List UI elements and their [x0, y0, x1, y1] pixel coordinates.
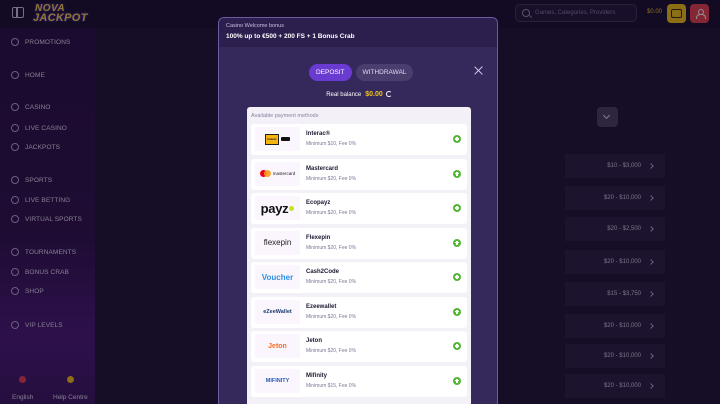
jeton-logo-text: Jeton	[268, 342, 287, 350]
payment-method-name: Ezeewallet	[306, 303, 337, 310]
mastercard-logo: mastercard	[255, 161, 300, 186]
mastercard-logo-text: mastercard	[272, 171, 296, 176]
real-balance: Real balance $0.00	[219, 91, 497, 98]
payment-method-limit: Minimum $20, Fee 0%	[306, 244, 357, 251]
payment-method-cash2code[interactable]: Voucher Cash2Code Minimum $20, Fee 0%	[251, 262, 467, 293]
real-balance-value: $0.00	[365, 91, 383, 98]
tab-withdrawal[interactable]: WITHDRAWAL	[355, 64, 414, 81]
bonus-title: Casino Welcome bonus	[226, 23, 284, 29]
payment-methods-title: Available payment methods	[251, 113, 319, 119]
payment-method-name: Mifinity	[306, 372, 327, 379]
payment-method-ezeewallet[interactable]: eZeeWallet Ezeewallet Minimum $20, Fee 0%	[251, 296, 467, 328]
payment-method-limit: Minimum $10, Fee 0%	[306, 141, 357, 147]
ezeewallet-logo: eZeeWallet	[255, 299, 300, 324]
jeton-logo: Jeton	[255, 334, 300, 358]
payment-method-limit: Minimum $20, Fee 0%	[306, 175, 357, 182]
payment-method-mastercard[interactable]: mastercard Mastercard Minimum $20, Fee 0%	[251, 158, 467, 190]
payment-method-name: Mastercard	[306, 165, 339, 172]
bonus-banner: Casino Welcome bonus 100% up to €500 + 2…	[219, 18, 497, 47]
cashier-modal: Casino Welcome bonus 100% up to €500 + 2…	[218, 17, 498, 404]
payment-method-name: Ecopayz	[306, 200, 331, 206]
payment-method-name: Cash2Code	[306, 269, 340, 275]
payment-method-limit: Minimum $20, Fee 0%	[306, 210, 357, 216]
mifinity-logo: MIFINITY	[255, 368, 300, 393]
interac-logo-text: Interac	[267, 137, 277, 141]
cash2code-logo-text: Voucher	[261, 272, 294, 282]
payz-logo-text: payz	[260, 200, 289, 216]
flexepin-logo: flexepin	[255, 230, 300, 255]
payment-method-payz[interactable]: payz Ecopayz Minimum $20, Fee 0%	[251, 193, 467, 224]
close-icon[interactable]	[474, 66, 483, 75]
cash2code-logo: Voucher	[255, 265, 300, 289]
payz-logo: payz	[255, 196, 300, 220]
payment-method-interac[interactable]: Interac Interac® Minimum $10, Fee 0%	[251, 124, 467, 155]
add-circle-icon[interactable]	[453, 169, 461, 178]
ezeewallet-logo-text: eZeeWallet	[263, 308, 292, 315]
payment-method-limit: Minimum $20, Fee 0%	[306, 279, 357, 285]
bonus-description: 100% up to €500 + 200 FS + 1 Bonus Crab	[226, 33, 355, 40]
payment-method-mifinity[interactable]: MIFINITY Mifinity Minimum $15, Fee 0%	[251, 365, 467, 397]
add-circle-icon[interactable]	[453, 204, 461, 212]
add-circle-icon[interactable]	[453, 273, 461, 281]
payment-method-limit: Minimum $20, Fee 0%	[306, 348, 357, 354]
tab-deposit[interactable]: DEPOSIT	[309, 64, 352, 81]
payment-method-name: Interac®	[306, 131, 331, 137]
payment-method-limit: Minimum $20, Fee 0%	[306, 313, 357, 320]
add-circle-icon[interactable]	[453, 238, 461, 247]
refresh-icon[interactable]	[385, 91, 392, 97]
add-circle-icon[interactable]	[453, 342, 461, 350]
add-circle-icon[interactable]	[453, 376, 461, 385]
payment-method-jeton[interactable]: Jeton Jeton Minimum $20, Fee 0%	[251, 331, 467, 362]
payment-methods-panel: Available payment methods Interac Interac…	[247, 107, 471, 404]
flexepin-logo-text: flexepin	[263, 238, 292, 247]
add-circle-icon[interactable]	[453, 307, 461, 316]
add-circle-icon[interactable]	[453, 135, 461, 143]
payment-method-limit: Minimum $15, Fee 0%	[306, 382, 357, 389]
payment-method-name: Flexepin	[306, 234, 331, 241]
payment-method-name: Jeton	[306, 338, 323, 344]
cashier-tabs: DEPOSIT WITHDRAWAL	[309, 64, 414, 81]
interac-logo: Interac	[255, 127, 300, 151]
payment-method-flexepin[interactable]: flexepin Flexepin Minimum $20, Fee 0%	[251, 227, 467, 259]
mifinity-logo-text: MIFINITY	[265, 377, 290, 384]
